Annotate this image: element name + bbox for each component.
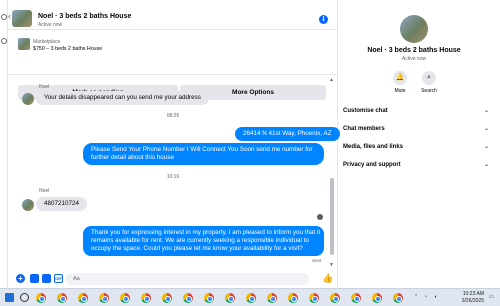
section-label: Media, files and links <box>343 144 404 150</box>
listing-title[interactable]: $750 – 3 beds 2 baths House <box>33 46 102 52</box>
section-label: Customise chat <box>343 108 388 114</box>
marketplace-banner: Marketplace $750 – 3 beds 2 baths House … <box>8 30 338 100</box>
clock-date: 3/26/2025 <box>461 297 484 304</box>
listing-thumbnail[interactable] <box>18 38 30 50</box>
active-status: Active now <box>38 22 63 28</box>
sender-name: Noel <box>39 84 50 90</box>
sender-avatar[interactable] <box>22 199 34 211</box>
message-line: occupy the space. Could you please let m… <box>91 245 303 252</box>
left-nav-strip <box>0 0 8 288</box>
section-label: Chat members <box>343 126 385 132</box>
image-icon[interactable] <box>30 274 39 283</box>
taskbar-search-icon[interactable] <box>20 293 29 302</box>
search-icon[interactable]: ⌕ <box>422 71 436 85</box>
panel-name: Noel · 3 beds 2 baths House <box>367 47 461 54</box>
chrome-app-icon[interactable] <box>204 293 214 303</box>
message-bubble-outgoing[interactable]: 26414 N 41st Way, Phoenix, AZ <box>235 127 340 141</box>
search-label: Search <box>421 88 437 94</box>
contact-avatar[interactable] <box>12 10 32 27</box>
network-icon[interactable]: ◔ <box>424 294 427 300</box>
chevron-down-icon: ⌄ <box>483 162 489 168</box>
timestamp: 08:05 <box>166 113 180 119</box>
message-bubble-outgoing[interactable]: Please Send Your Phone Number I Will Con… <box>83 143 324 165</box>
nav-icon[interactable] <box>1 38 7 44</box>
chrome-app-icon[interactable] <box>372 293 382 303</box>
conversation-info-panel: Noel · 3 beds 2 baths House Active now 🔔… <box>338 0 500 288</box>
screen: ‹ Noel · 3 beds 2 baths House Active now… <box>0 0 500 306</box>
chat-header: ‹ Noel · 3 beds 2 baths House Active now… <box>8 0 338 30</box>
notification-icon[interactable]: ▭ <box>489 294 494 300</box>
chat-window: ‹ Noel · 3 beds 2 baths House Active now… <box>8 0 340 288</box>
message-bubble-incoming[interactable]: 4807210724 <box>36 197 88 211</box>
plus-icon[interactable]: + <box>16 274 25 283</box>
tray-chevron-icon[interactable]: ⌃ <box>414 294 418 300</box>
compose-icon[interactable] <box>1 14 7 20</box>
message-line: further detail about this house <box>91 154 174 161</box>
timestamp: 10:16 <box>166 174 180 180</box>
composer: + GIF Aa 👍 <box>8 270 338 288</box>
chrome-app-icon[interactable] <box>36 293 46 303</box>
sender-avatar[interactable] <box>22 93 34 105</box>
sticker-icon[interactable] <box>42 274 51 283</box>
chat-title[interactable]: Noel · 3 beds 2 baths House <box>38 13 131 20</box>
sent-status: Sent <box>312 258 322 263</box>
message-line: Thank you for expressing interest in my … <box>91 229 321 236</box>
message-bubble-incoming[interactable]: Your details disappeared can you send me… <box>36 91 209 105</box>
chrome-app-icon[interactable] <box>78 293 88 303</box>
chrome-app-icon[interactable] <box>162 293 172 303</box>
message-list[interactable]: Noel Your details disappeared can you se… <box>8 75 340 270</box>
chrome-app-icon[interactable] <box>246 293 256 303</box>
chevron-down-icon: ⌄ <box>483 126 489 132</box>
marketplace-label: Marketplace <box>33 39 61 45</box>
message-bubble-outgoing[interactable]: Thank you for expressing interest in my … <box>83 226 324 256</box>
chrome-app-icon[interactable] <box>393 293 403 303</box>
panel-status: Active now <box>401 56 427 62</box>
mute-label: Mute <box>394 88 406 94</box>
chrome-app-icon[interactable] <box>351 293 361 303</box>
chrome-app-icon[interactable] <box>288 293 298 303</box>
section-customise-chat[interactable]: Customise chat ⌄ <box>343 108 489 120</box>
volume-icon[interactable]: ◖ <box>434 294 437 300</box>
windows-start-icon[interactable] <box>5 293 14 302</box>
scroll-down-icon[interactable]: ▼ <box>329 262 334 268</box>
message-input[interactable]: Aa <box>66 273 309 285</box>
section-media-files-links[interactable]: Media, files and links ⌄ <box>343 144 489 156</box>
chrome-app-icon[interactable] <box>99 293 109 303</box>
gif-icon[interactable]: GIF <box>54 274 63 283</box>
seen-avatar <box>317 214 323 220</box>
chevron-down-icon: ⌄ <box>483 108 489 114</box>
taskbar: ⌃ ◔ ◖ 10:23 AM 3/26/2025 ▭ <box>0 288 500 306</box>
info-icon[interactable]: i <box>319 15 328 24</box>
chrome-app-icon[interactable] <box>120 293 130 303</box>
chrome-app-icon[interactable] <box>267 293 277 303</box>
panel-avatar[interactable] <box>400 15 428 43</box>
section-chat-members[interactable]: Chat members ⌄ <box>343 126 489 138</box>
chrome-app-icon[interactable] <box>141 293 151 303</box>
message-line: remains available for rent. We are curre… <box>91 237 309 244</box>
back-icon[interactable]: ‹ <box>8 12 11 21</box>
scrollbar-thumb[interactable] <box>330 178 334 255</box>
chrome-app-icon[interactable] <box>330 293 340 303</box>
chrome-app-icon[interactable] <box>183 293 193 303</box>
bell-icon[interactable]: 🔔 <box>393 71 407 85</box>
like-icon[interactable]: 👍 <box>322 274 333 283</box>
chrome-app-icon[interactable] <box>57 293 67 303</box>
chrome-app-icon[interactable] <box>309 293 319 303</box>
system-clock[interactable]: 10:23 AM 3/26/2025 <box>450 291 484 304</box>
sender-name: Noel <box>39 188 50 194</box>
scroll-up-icon[interactable]: ▲ <box>329 77 334 83</box>
message-line: Please Send Your Phone Number I Will Con… <box>91 146 313 153</box>
chevron-down-icon: ⌄ <box>483 144 489 150</box>
chrome-app-icon[interactable] <box>225 293 235 303</box>
section-privacy-support[interactable]: Privacy and support ⌄ <box>343 162 489 174</box>
section-label: Privacy and support <box>343 162 401 168</box>
